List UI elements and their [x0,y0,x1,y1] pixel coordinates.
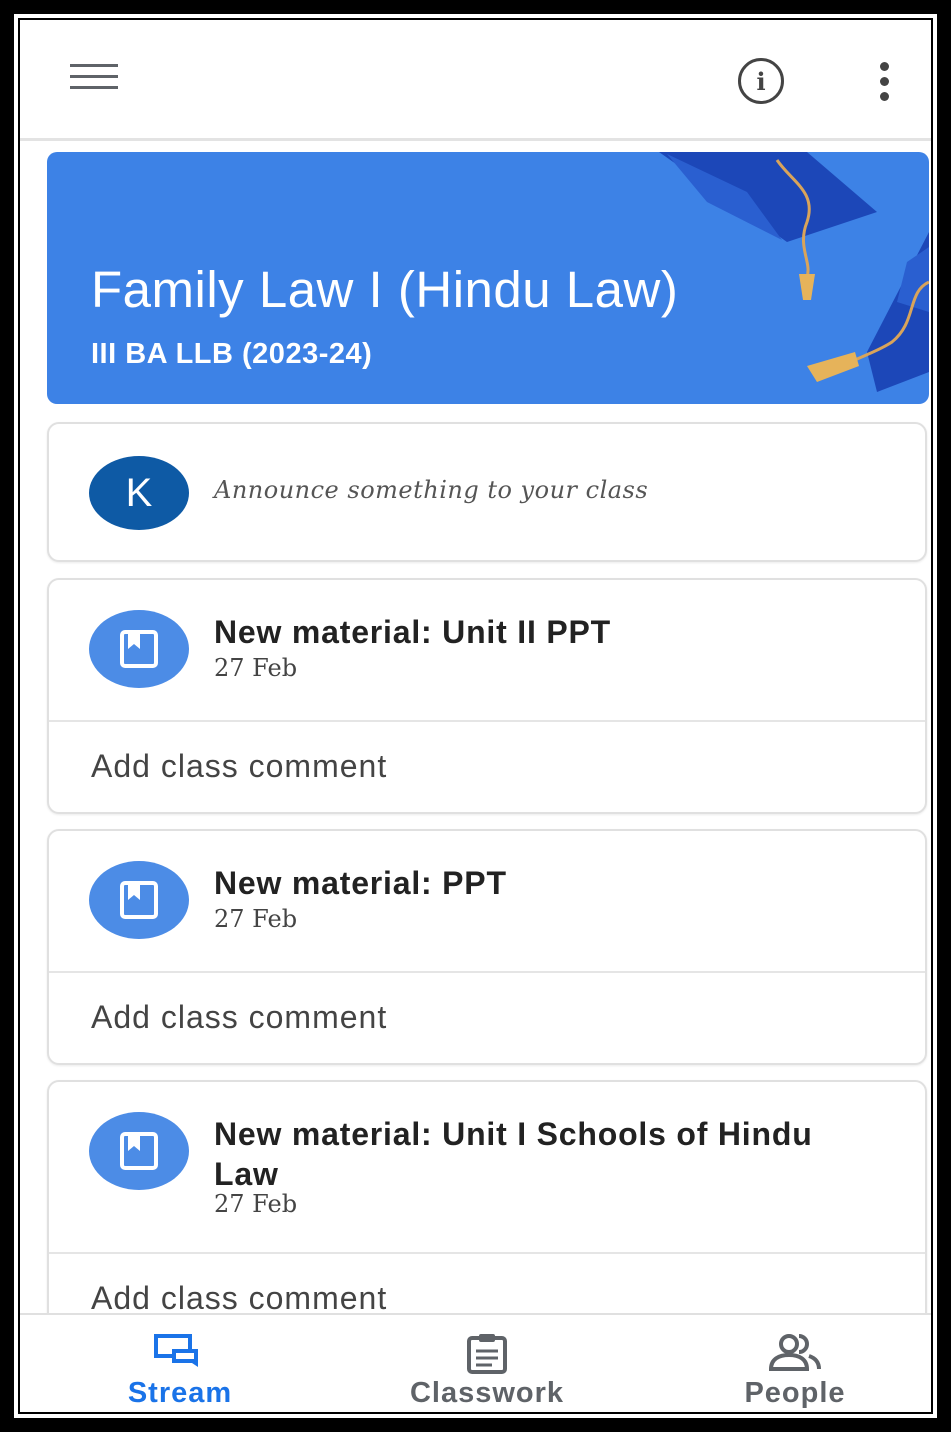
post-title: New material: PPT [214,865,507,901]
top-app-bar: i [20,20,931,141]
stream-post: New material: PPT 27 Feb Add class comme… [47,829,927,1065]
divider [49,1252,925,1254]
add-class-comment-button[interactable]: Add class comment [91,999,387,1036]
announce-placeholder[interactable]: Announce something to your class [214,476,648,504]
classwork-icon [462,1333,512,1379]
post-title: New material: Unit II PPT [214,614,611,650]
post-header[interactable]: New material: PPT 27 Feb [49,831,925,971]
tab-stream[interactable]: Stream [70,1315,290,1412]
material-icon [89,610,189,688]
tab-people[interactable]: People [685,1315,905,1412]
info-icon[interactable]: i [738,58,784,104]
add-class-comment-button[interactable]: Add class comment [91,1280,387,1317]
hamburger-menu-icon[interactable] [70,64,120,94]
tab-classwork[interactable]: Classwork [377,1315,597,1412]
post-title: New material: Unit I Schools of Hindu La… [214,1116,813,1192]
divider [49,720,925,722]
tab-label: Classwork [409,1377,565,1409]
stream-post: New material: Unit II PPT 27 Feb Add cla… [47,578,927,814]
material-icon [89,1112,189,1190]
tab-label: Stream [127,1377,233,1409]
post-date: 27 Feb [214,905,298,933]
class-title: Family Law I (Hindu Law) [91,261,679,318]
add-class-comment-button[interactable]: Add class comment [91,748,387,785]
post-date: 27 Feb [214,654,298,682]
info-glyph: i [756,66,766,96]
class-section: III BA LLB (2023-24) [91,338,373,370]
people-icon [765,1333,825,1377]
post-header[interactable]: New material: Unit II PPT 27 Feb [49,580,925,720]
post-header[interactable]: New material: Unit I Schools of Hindu La… [49,1082,925,1252]
tab-label: People [744,1377,846,1409]
announce-card[interactable]: K Announce something to your class [47,422,927,562]
class-banner[interactable]: Family Law I (Hindu Law) III BA LLB (202… [47,152,929,404]
bottom-navigation: Stream Classwork People [20,1313,931,1412]
more-vert-icon[interactable] [878,62,892,102]
avatar: K [89,456,189,530]
post-date: 27 Feb [214,1190,298,1218]
material-icon [89,861,189,939]
stream-icon [152,1333,208,1377]
divider [49,971,925,973]
app-screen: i Family Law I (Hindu Law) III BA LLB (2… [18,18,933,1414]
